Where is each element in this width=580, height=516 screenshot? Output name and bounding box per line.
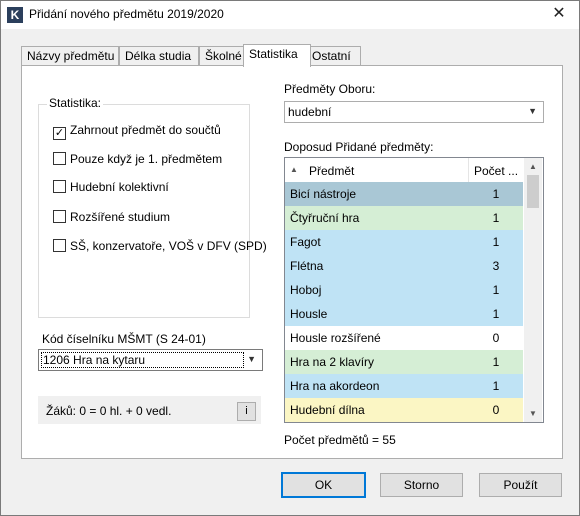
checkbox-label: SŠ, konzervatoře, VOŠ v DFV (SPD)	[70, 239, 267, 253]
groupbox-title: Statistika:	[47, 96, 104, 110]
list-header: ▲ Předmět Počet ...	[285, 158, 523, 183]
checkbox-label: Hudební kolektivní	[70, 180, 169, 194]
table-row[interactable]: Fagot 1	[285, 230, 523, 254]
window-title: Přidání nového předmětu 2019/2020	[29, 7, 224, 21]
sort-ascending-icon[interactable]: ▲	[290, 165, 298, 174]
added-subjects-list[interactable]: ▲ Předmět Počet ... Bicí nástroje 1 Čtyřru…	[284, 157, 544, 423]
column-header-predmet[interactable]: Předmět	[309, 164, 354, 178]
obor-combobox[interactable]: hudební ▼	[284, 101, 544, 123]
table-row[interactable]: Bicí nástroje 1	[285, 182, 523, 206]
subject-name: Hudební dílna	[290, 403, 365, 417]
subject-name: Hoboj	[290, 283, 322, 297]
storno-button[interactable]: Storno	[380, 473, 463, 497]
subject-name: Flétna	[290, 259, 324, 273]
tab-ostatni[interactable]: Ostatní	[306, 46, 361, 66]
scroll-up-icon[interactable]: ▲	[529, 162, 537, 171]
subject-name: Hra na akordeon	[290, 379, 380, 393]
subject-name: Housle rozšířené	[290, 331, 381, 345]
checkbox-box-checked[interactable]: ✓	[53, 127, 66, 140]
app-icon: K	[7, 7, 23, 23]
close-icon[interactable]: ✕	[549, 4, 569, 24]
subject-name: Bicí nástroje	[290, 187, 357, 201]
table-row[interactable]: Flétna 3	[285, 254, 523, 278]
checkbox-rozsirene-studium[interactable]: Rozšířené studium	[53, 210, 170, 226]
subject-count: 1	[492, 235, 500, 249]
scrollbar-thumb[interactable]	[527, 175, 539, 208]
subject-count: 1	[492, 187, 500, 201]
checkbox-box[interactable]	[53, 152, 66, 165]
checkbox-box[interactable]	[53, 180, 66, 193]
obor-label: Předměty Oboru:	[284, 82, 376, 96]
subject-count: 1	[492, 307, 500, 321]
tab-statistika[interactable]: Statistika	[243, 44, 311, 67]
table-row[interactable]: Housle rozšířené 0	[285, 326, 523, 350]
checkbox-box[interactable]	[53, 210, 66, 223]
table-row[interactable]: Hra na 2 klavíry 1	[285, 350, 523, 374]
tab-delka-studia[interactable]: Délka studia	[119, 46, 199, 66]
table-row[interactable]: Housle 1	[285, 302, 523, 326]
ok-button[interactable]: OK	[281, 472, 366, 498]
kod-label: Kód číselníku MŠMT (S 24-01)	[42, 332, 206, 346]
subjects-total: Počet předmětů = 55	[284, 433, 396, 447]
table-row[interactable]: Hoboj 1	[285, 278, 523, 302]
chevron-down-icon[interactable]: ▼	[528, 106, 537, 116]
subject-name: Fagot	[290, 235, 321, 249]
scroll-down-icon[interactable]: ▼	[529, 409, 537, 418]
checkbox-zahrnout[interactable]: ✓ Zahrnout předmět do součtů	[53, 123, 221, 140]
obor-value: hudební	[288, 105, 332, 119]
added-subjects-label: Doposud Přidané předměty:	[284, 140, 434, 154]
column-header-pocet[interactable]: Počet ...	[474, 164, 518, 178]
subject-count: 1	[492, 283, 500, 297]
vertical-scrollbar[interactable]: ▲ ▼	[524, 158, 542, 422]
subject-count: 0	[492, 331, 500, 345]
kod-value: 1206 Hra na kytaru	[41, 352, 244, 368]
zaku-info-box: Žáků: 0 = 0 hl. + 0 vedl. i	[38, 396, 261, 424]
table-row[interactable]: Hudební dílna 0	[285, 398, 523, 422]
checkbox-ss-konzervatore[interactable]: SŠ, konzervatoře, VOŠ v DFV (SPD)	[53, 239, 267, 255]
pouzit-button[interactable]: Použít	[479, 473, 562, 497]
info-button[interactable]: i	[237, 402, 256, 421]
column-divider[interactable]	[468, 158, 469, 182]
checkbox-pouze-prvni[interactable]: Pouze když je 1. předmětem	[53, 152, 222, 168]
chevron-down-icon[interactable]: ▼	[247, 354, 256, 364]
subject-count: 3	[492, 259, 500, 273]
table-row[interactable]: Čtyřruční hra 1	[285, 206, 523, 230]
subject-count: 1	[492, 379, 500, 393]
kod-combobox[interactable]: 1206 Hra na kytaru ▼	[38, 349, 263, 371]
table-row[interactable]: Hra na akordeon 1	[285, 374, 523, 398]
title-bar: K Přidání nového předmětu 2019/2020 ✕	[1, 1, 579, 29]
tab-nazvy-predmetu[interactable]: Názvy předmětu	[21, 46, 119, 66]
subject-name: Hra na 2 klavíry	[290, 355, 375, 369]
checkbox-label: Rozšířené studium	[70, 210, 171, 224]
subject-count: 1	[492, 211, 500, 225]
statistika-panel: Statistika: ✓ Zahrnout předmět do součtů …	[21, 65, 563, 459]
checkbox-hudebni-kolektivni[interactable]: Hudební kolektivní	[53, 180, 169, 196]
checkbox-label: Pouze když je 1. předmětem	[70, 152, 223, 166]
checkbox-box[interactable]	[53, 239, 66, 252]
dialog-window: K Přidání nového předmětu 2019/2020 ✕ Ná…	[0, 0, 580, 516]
statistika-groupbox: Statistika: ✓ Zahrnout předmět do součtů …	[38, 96, 267, 318]
subject-count: 1	[492, 355, 500, 369]
subject-count: 0	[492, 403, 500, 417]
subject-name: Čtyřruční hra	[290, 211, 360, 225]
checkbox-label: Zahrnout předmět do součtů	[70, 123, 221, 137]
subject-name: Housle	[290, 307, 328, 321]
zaku-text: Žáků: 0 = 0 hl. + 0 vedl.	[46, 404, 172, 418]
